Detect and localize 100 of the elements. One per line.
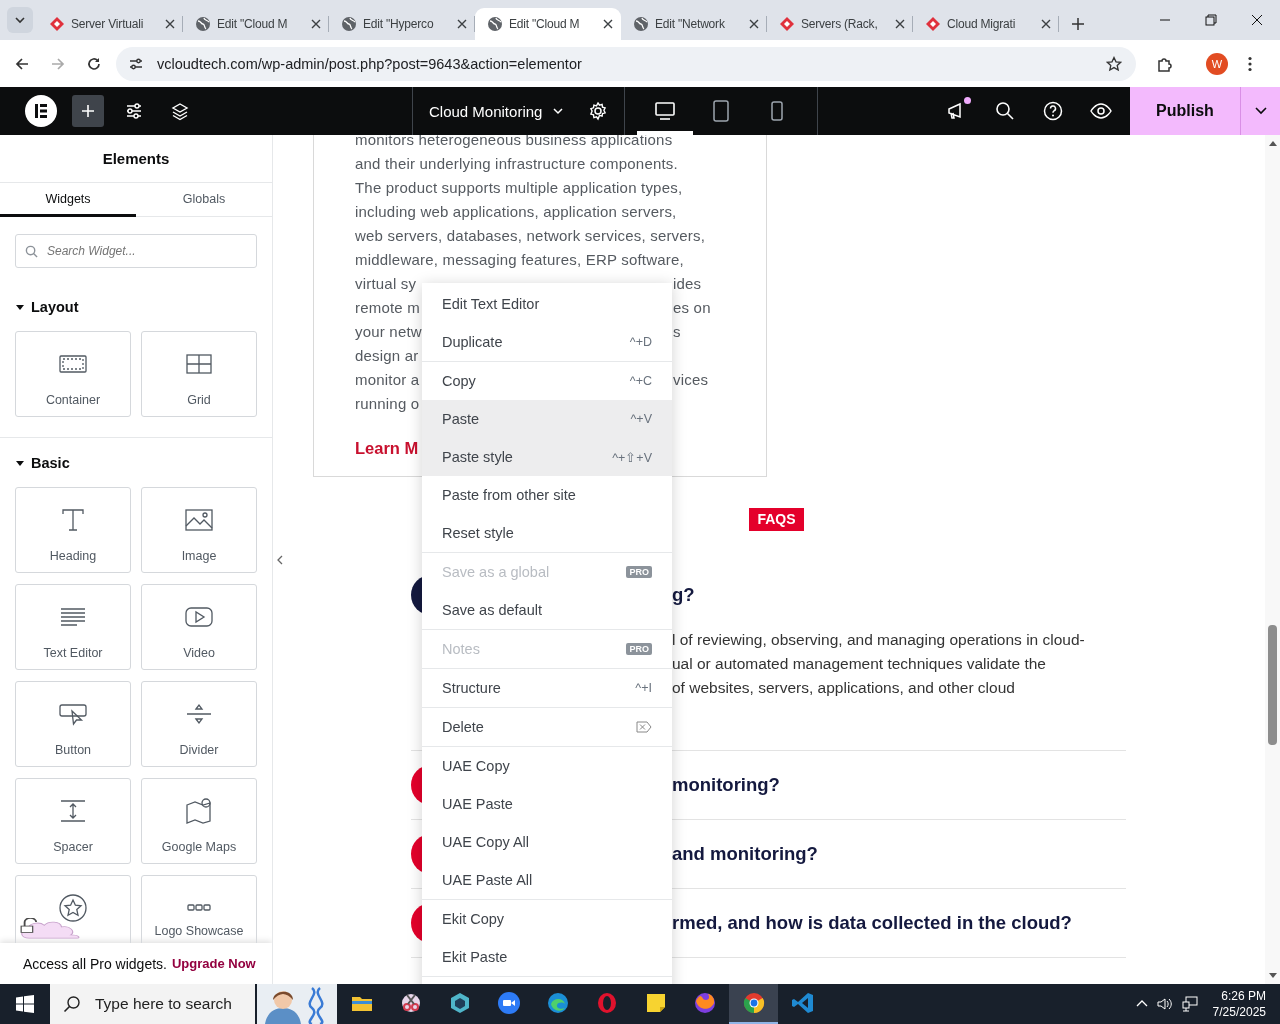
close-icon[interactable] [457, 19, 467, 29]
menu-item[interactable]: Paste ^+V [422, 400, 672, 438]
menu-item[interactable]: Reset style [422, 514, 672, 552]
scroll-thumb[interactable] [1268, 625, 1277, 745]
panel-tab[interactable]: Globals [136, 183, 272, 217]
menu-item[interactable]: Ekit Copy [422, 900, 672, 938]
widget-tile[interactable]: Grid [141, 331, 257, 417]
card-text: es on [673, 298, 712, 316]
settings-icon[interactable] [588, 101, 609, 121]
menu-item[interactable]: Paste from other site [422, 476, 672, 514]
back-icon[interactable] [14, 55, 30, 72]
learn-more-link[interactable]: Learn M [355, 436, 419, 460]
browser-tab[interactable]: Edit "Hyperco [329, 8, 475, 40]
widget-tile[interactable]: Text Editor [15, 584, 131, 670]
tab-title: Edit "Cloud M [509, 17, 581, 31]
tab-title: Servers (Rack, [801, 17, 879, 31]
swirl-icon [545, 991, 570, 1015]
widget-tile[interactable]: Button [15, 681, 131, 767]
close-icon[interactable] [311, 19, 321, 29]
taskbar-search-field[interactable]: Type here to search [50, 984, 255, 1024]
menu-item[interactable]: Delete [422, 708, 672, 746]
help-icon[interactable] [1043, 101, 1063, 121]
widget-tile[interactable]: Google Maps [141, 778, 257, 864]
browser-tab[interactable]: Servers (Rack, [767, 8, 913, 40]
faq-answer-text: of websites, servers, applications, and other cloud [672, 678, 1016, 698]
browser-tab[interactable]: Server Virtuali [37, 8, 183, 40]
card-text: design ar [355, 346, 420, 364]
faq-question[interactable]: rmed, and how is data collected in the cloud? [672, 912, 1126, 934]
menu-item[interactable]: Save as default [422, 591, 672, 629]
caret-down-icon[interactable] [15, 458, 25, 468]
faq-answer-text: ual or automated management techniques validate the [672, 654, 1047, 674]
browser-tab[interactable]: Edit "Cloud M [183, 8, 329, 40]
logo-icon[interactable] [25, 95, 57, 127]
widget-search-field[interactable]: Search Widget... [15, 234, 257, 268]
widget-label: Text Editor [43, 646, 103, 660]
menu-item[interactable]: Edit Text Editor [422, 285, 672, 323]
browser-tab[interactable]: Edit "Network [621, 8, 767, 40]
restore-icon[interactable] [1205, 14, 1217, 26]
scroll-up-icon[interactable] [1268, 140, 1277, 146]
menu-item[interactable]: UAE Paste All [422, 861, 672, 899]
widget-tile[interactable]: Image [141, 487, 257, 573]
clock-date[interactable]: 7/25/2025 [1212, 1004, 1266, 1020]
menu-item[interactable]: Copy ^+C [422, 362, 672, 400]
add-element-button[interactable] [72, 95, 104, 127]
widget-tile[interactable]: Heading [15, 487, 131, 573]
clock-time[interactable]: 6:26 PM [1221, 988, 1266, 1004]
menu-item[interactable]: Structure ^+I [422, 669, 672, 707]
start-icon[interactable] [16, 995, 34, 1013]
close-icon[interactable] [1041, 19, 1051, 29]
plus-icon [81, 104, 95, 118]
taskbar-app[interactable] [729, 984, 778, 1024]
menu-item[interactable]: UAE Paste [422, 785, 672, 823]
scroll-down-icon[interactable] [1268, 973, 1277, 979]
section-title: Layout [31, 299, 79, 315]
tab-list-button[interactable] [7, 7, 33, 33]
close-icon[interactable] [603, 19, 613, 29]
search-icon[interactable] [995, 101, 1015, 121]
reload-icon[interactable] [86, 55, 102, 72]
preview-eye-icon[interactable] [1090, 100, 1112, 122]
profile-avatar[interactable]: W [1206, 52, 1228, 75]
upgrade-link[interactable]: Upgrade Now [171, 956, 256, 971]
widget-tile[interactable]: Spacer [15, 778, 131, 864]
close-icon[interactable] [749, 19, 759, 29]
speaker-icon[interactable] [1156, 996, 1173, 1012]
page-title-button[interactable]: Cloud Monitoring [429, 102, 543, 120]
scrollbar[interactable] [1265, 135, 1280, 984]
ribbon-icon [790, 991, 815, 1015]
panel-tab[interactable]: Widgets [0, 183, 136, 217]
faq-question[interactable]: g? [672, 584, 1126, 606]
widget-tile[interactable]: Video [141, 584, 257, 670]
card-text: ides [673, 274, 703, 292]
menu-item[interactable]: Duplicate ^+D [422, 323, 672, 361]
bookmark-star-icon[interactable] [1106, 55, 1122, 72]
new-tab-icon[interactable] [1071, 17, 1085, 31]
chevron-down-icon [14, 14, 26, 26]
browser-tab[interactable]: Cloud Migrati [913, 8, 1059, 40]
menu-item[interactable]: Ekit Paste [422, 938, 672, 976]
address-bar[interactable]: vcloudtech.com/wp-admin/post.php?post=9643&action=elementor [116, 46, 1136, 81]
browser-tab[interactable]: Edit "Cloud M [475, 8, 621, 40]
globe-icon [195, 16, 211, 32]
publish-button[interactable]: Publish [1130, 87, 1240, 135]
close-icon[interactable] [895, 19, 905, 29]
shortcut-text: ^+I [635, 681, 652, 695]
close-icon[interactable] [1251, 14, 1263, 26]
caret-down-icon[interactable] [15, 302, 25, 312]
card-text: remote m [355, 298, 421, 316]
widget-label: Spacer [53, 840, 93, 854]
close-icon[interactable] [165, 19, 175, 29]
menu-icon[interactable] [1248, 55, 1252, 72]
menu-item[interactable]: UAE Copy [422, 747, 672, 785]
menu-item[interactable]: UAE Copy All [422, 823, 672, 861]
widget-tile[interactable]: Container [15, 331, 131, 417]
faq-question[interactable]: monitoring? [672, 774, 1126, 796]
network-icon[interactable] [1181, 996, 1198, 1012]
widget-tile[interactable]: Divider [141, 681, 257, 767]
faq-question[interactable]: and monitoring? [672, 843, 1126, 865]
diamond-icon [49, 16, 65, 32]
chevron-down-icon[interactable] [552, 105, 565, 117]
card-text: running o [355, 394, 421, 412]
menu-item[interactable]: Paste style ^+⇧+V [422, 438, 672, 476]
